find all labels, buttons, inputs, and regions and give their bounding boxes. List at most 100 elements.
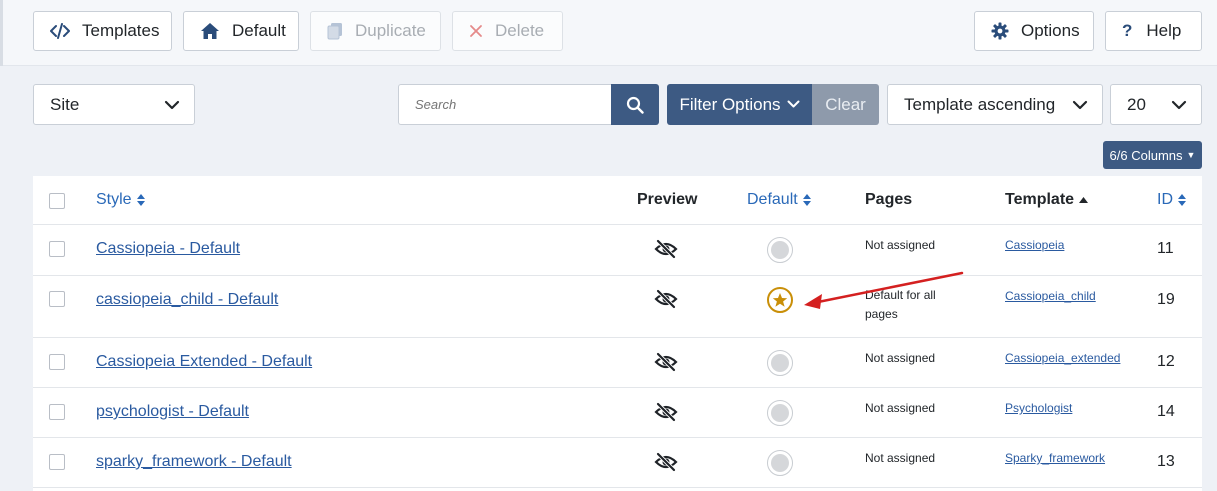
left-edge (0, 0, 3, 66)
sort-default-header[interactable]: Default (747, 191, 812, 209)
id-value: 13 (1157, 453, 1175, 470)
style-link[interactable]: psychologist - Default (96, 403, 249, 421)
templates-button[interactable]: Templates (33, 11, 172, 51)
template-link[interactable]: Psychologist (1005, 401, 1072, 415)
sort-id-header[interactable]: ID (1157, 191, 1187, 209)
sort-style-header[interactable]: Style (96, 191, 146, 209)
default-star-button[interactable] (767, 287, 793, 313)
id-value: 11 (1157, 240, 1174, 257)
caret-down-icon: ▼ (1186, 150, 1196, 160)
sort-up-icon (1079, 197, 1089, 203)
table-row: Cassiopeia - Default Not assigned Cassio… (33, 225, 1202, 276)
limit-select[interactable]: 20 (1110, 84, 1202, 125)
search-icon (626, 96, 644, 114)
clear-label: Clear (825, 94, 866, 114)
chevron-down-icon (1058, 85, 1102, 124)
chevron-down-icon (787, 100, 800, 108)
row-checkbox[interactable] (49, 241, 65, 257)
star-icon (772, 293, 788, 307)
options-label: Options (1021, 21, 1080, 40)
table-row: cassiopeia_child - Default Default for a… (33, 276, 1202, 338)
pages-value: Default for all pages (865, 288, 936, 321)
pages-header-label: Pages (865, 191, 913, 208)
delete-button[interactable]: Delete (452, 11, 563, 51)
select-all-checkbox[interactable] (49, 193, 65, 209)
id-value: 14 (1157, 403, 1175, 420)
help-button[interactable]: ? Help (1105, 11, 1202, 51)
clear-button[interactable]: Clear (812, 84, 879, 125)
default-label: Default (232, 21, 286, 40)
question-icon: ? (1122, 21, 1133, 40)
style-header-label: Style (96, 191, 132, 208)
row-checkbox[interactable] (49, 454, 65, 470)
eye-slash-icon (654, 402, 678, 422)
default-header-label: Default (747, 191, 798, 208)
search-button[interactable] (611, 84, 659, 125)
chevron-down-icon (150, 85, 194, 124)
columns-button[interactable]: 6/6 Columns ▼ (1103, 141, 1202, 169)
eye-slash-icon (654, 239, 678, 259)
preview-header-label: Preview (637, 191, 698, 208)
set-default-button[interactable] (767, 450, 793, 476)
gear-icon (991, 22, 1009, 40)
template-header-label: Template (1005, 191, 1075, 208)
templates-label: Templates (82, 21, 160, 40)
template-link[interactable]: Cassiopeia_extended (1005, 351, 1120, 365)
row-checkbox[interactable] (49, 291, 65, 307)
id-value: 19 (1157, 291, 1175, 308)
sort-select-value: Template ascending (904, 94, 1056, 114)
id-header-label: ID (1157, 191, 1173, 208)
table-row: Cassiopeia Extended - Default Not assign… (33, 338, 1202, 388)
radio-dot (771, 354, 789, 372)
sort-icon (802, 194, 811, 206)
filter-options-button[interactable]: Filter Options (667, 84, 812, 125)
style-link[interactable]: sparky_framework - Default (96, 453, 292, 471)
copy-icon (327, 23, 342, 40)
delete-label: Delete (495, 21, 545, 40)
filter-options-label: Filter Options (679, 94, 781, 114)
sort-icon (136, 194, 145, 206)
set-default-button[interactable] (767, 400, 793, 426)
style-link[interactable]: cassiopeia_child - Default (96, 291, 278, 309)
limit-select-value: 20 (1127, 94, 1146, 114)
help-label: Help (1146, 21, 1182, 40)
eye-slash-icon (654, 452, 678, 472)
template-link[interactable]: Sparky_framework (1005, 451, 1105, 465)
style-link[interactable]: Cassiopeia - Default (96, 240, 240, 258)
template-link[interactable]: Cassiopeia_child (1005, 289, 1096, 303)
sort-template-header[interactable]: Template (1005, 191, 1089, 209)
table-header: Style Preview Default Pages Template ID (33, 176, 1202, 225)
code-icon (50, 23, 70, 39)
client-select[interactable]: Site (33, 84, 195, 125)
client-select-value: Site (50, 94, 80, 114)
options-button[interactable]: Options (974, 11, 1094, 51)
styles-table: Style Preview Default Pages Template ID … (33, 176, 1202, 491)
preview-header: Preview (637, 191, 697, 209)
sort-icon (1178, 194, 1186, 206)
pages-header: Pages (865, 191, 912, 209)
times-icon (470, 25, 482, 37)
template-link[interactable]: Cassiopeia (1005, 238, 1064, 252)
set-default-button[interactable] (767, 237, 793, 263)
pages-value: Not assigned (865, 401, 936, 415)
radio-dot (771, 241, 789, 259)
table-row: sparky_framework - Default Not assigned … (33, 438, 1202, 488)
table-row: psychologist - Default Not assigned Psyc… (33, 388, 1202, 438)
row-checkbox[interactable] (49, 404, 65, 420)
chevron-down-icon (1157, 85, 1201, 124)
row-checkbox[interactable] (49, 354, 65, 370)
style-link[interactable]: Cassiopeia Extended - Default (96, 353, 312, 371)
duplicate-label: Duplicate (355, 21, 426, 40)
home-icon (201, 23, 219, 39)
eye-slash-icon (654, 289, 678, 309)
pages-value: Not assigned (865, 351, 936, 365)
pages-value: Not assigned (865, 238, 936, 252)
id-value: 12 (1157, 353, 1175, 370)
duplicate-button[interactable]: Duplicate (310, 11, 441, 51)
sort-select[interactable]: Template ascending (887, 84, 1103, 125)
default-button[interactable]: Default (183, 11, 299, 51)
search-input[interactable] (398, 84, 611, 125)
set-default-button[interactable] (767, 350, 793, 376)
columns-label: 6/6 Columns (1109, 147, 1183, 163)
pages-value: Not assigned (865, 451, 936, 465)
